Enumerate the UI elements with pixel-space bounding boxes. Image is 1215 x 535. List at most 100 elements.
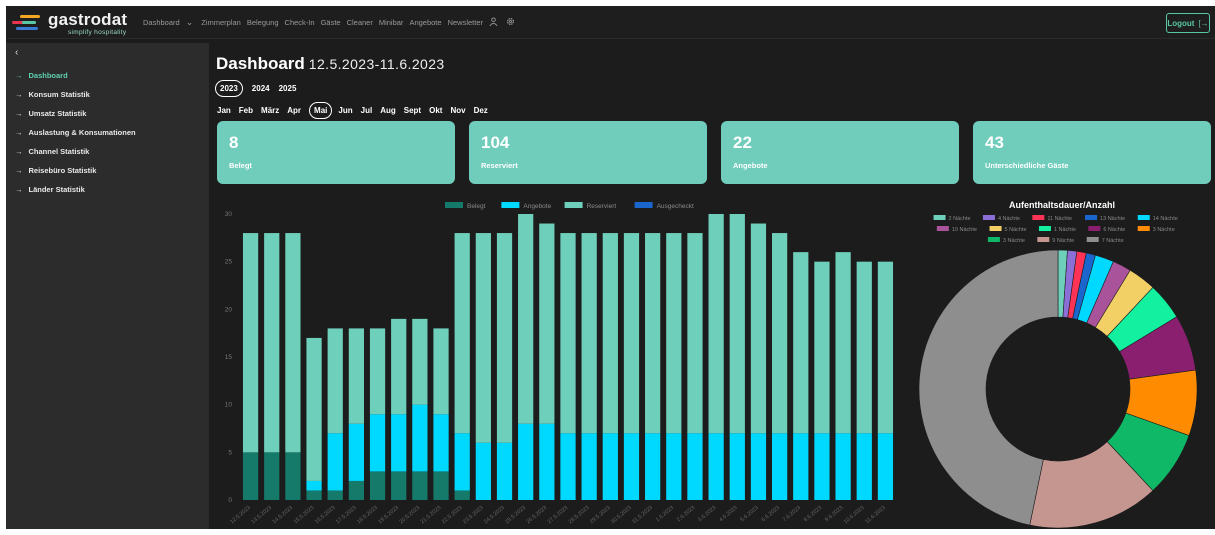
month-dez[interactable]: Dez	[474, 106, 488, 115]
x-tick-label: 23.5.2023	[462, 505, 485, 525]
bar-segment	[877, 261, 894, 434]
year-selector: 2023 2024 2025	[215, 80, 305, 97]
month-mai[interactable]: Mai	[309, 102, 333, 119]
month-okt[interactable]: Okt	[429, 106, 442, 115]
x-tick-label: 11.6.2023	[864, 505, 886, 525]
x-tick-label: 27.5.2023	[547, 505, 570, 525]
y-tick-label: 10	[225, 402, 233, 409]
logout-button[interactable]: Logout [→	[1166, 13, 1210, 33]
bar-segment	[475, 442, 491, 500]
month-jan[interactable]: Jan	[217, 106, 231, 115]
month-aug[interactable]: Aug	[380, 106, 396, 115]
sidebar-item-auslastung[interactable]: → Auslastung & Konsumationen	[15, 128, 136, 137]
stat-card-angebote: 22 Angebote	[721, 121, 959, 184]
nav-item-cleaner[interactable]: Cleaner	[347, 18, 373, 27]
legend-label: 14 Nächte	[1153, 216, 1178, 222]
x-tick-label: 12.5.2023	[229, 505, 252, 525]
month-maerz[interactable]: März	[261, 106, 279, 115]
x-tick-label: 1.6.2023	[655, 505, 675, 523]
month-jun[interactable]: Jun	[338, 106, 352, 115]
bar-segment	[264, 452, 280, 500]
year-2025[interactable]: 2025	[279, 84, 297, 93]
bar-segment	[729, 214, 745, 434]
bar-segment	[835, 433, 851, 500]
nav-item-check-in[interactable]: Check-In	[285, 18, 315, 27]
x-tick-label: 7.6.2023	[782, 505, 802, 523]
logo[interactable]: gastrodat simplify hospitality	[12, 10, 152, 36]
year-2024[interactable]: 2024	[252, 84, 270, 93]
bar-segment	[602, 233, 618, 434]
month-selector: Jan Feb März Apr Mai Jun Jul Aug Sept Ok…	[217, 102, 496, 119]
x-tick-label: 20.5.2023	[399, 505, 422, 525]
bar-segment	[306, 480, 322, 491]
stat-label: Angebote	[733, 161, 768, 170]
sidebar-item-reisebuero-statistik[interactable]: → Reisebüro Statistik	[15, 166, 96, 175]
month-jul[interactable]: Jul	[361, 106, 373, 115]
bar-segment	[412, 404, 428, 472]
legend-swatch	[1137, 226, 1150, 231]
bar-segment	[729, 433, 745, 500]
bar-segment	[814, 261, 830, 434]
sidebar-item-label: Reisebüro Statistik	[28, 166, 97, 175]
bar-segment	[835, 252, 851, 434]
x-tick-label: 31.5.2023	[631, 505, 654, 525]
sidebar-item-konsum-statistik[interactable]: → Konsum Statistik	[15, 90, 90, 99]
legend-swatch	[564, 202, 583, 208]
sidebar-item-label: Umsatz Statistik	[28, 109, 87, 118]
legend-label: Angebote	[523, 203, 551, 210]
bar-segment	[412, 318, 428, 405]
month-apr[interactable]: Apr	[287, 106, 301, 115]
x-tick-label: 10.6.2023	[843, 505, 866, 525]
bar-segment	[645, 433, 661, 500]
bar-segment	[560, 433, 576, 500]
bar-segment	[454, 233, 470, 434]
app-window: gastrodat simplify hospitality Dashboard…	[6, 6, 1215, 529]
sidebar-item-laender-statistik[interactable]: → Länder Statistik	[15, 185, 85, 194]
sidebar-item-dashboard[interactable]: → Dashboard	[15, 71, 68, 80]
x-tick-label: 5.6.2023	[739, 505, 759, 523]
bar-segment	[327, 433, 343, 491]
bar-segment	[348, 423, 365, 481]
bar-segment	[793, 433, 809, 500]
y-tick-label: 5	[228, 449, 232, 456]
month-feb[interactable]: Feb	[239, 106, 253, 115]
sidebar-item-channel-statistik[interactable]: → Channel Statistik	[15, 147, 89, 156]
page-title: Dashboard 12.5.2023-11.6.2023	[216, 54, 445, 74]
legend-swatch	[445, 202, 463, 208]
nav-item-angebote[interactable]: Angebote	[409, 18, 441, 27]
page-title-text: Dashboard	[216, 54, 305, 73]
nav-item-newsletter[interactable]: Newsletter	[448, 18, 483, 27]
bar-segment	[539, 223, 555, 424]
year-2023[interactable]: 2023	[215, 80, 243, 97]
arrow-right-icon: →	[15, 147, 23, 156]
nav-item-dashboard[interactable]: Dashboard	[143, 18, 180, 27]
chevron-down-icon[interactable]: ⌄	[186, 17, 194, 28]
x-tick-label: 8.6.2023	[803, 505, 823, 523]
stat-label: Belegt	[229, 161, 252, 170]
sidebar-item-umsatz-statistik[interactable]: → Umsatz Statistik	[15, 109, 86, 118]
nav-item-belegung[interactable]: Belegung	[247, 18, 279, 27]
stat-label: Unterschiedliche Gäste	[985, 161, 1069, 170]
month-sept[interactable]: Sept	[404, 106, 421, 115]
arrow-right-icon: →	[15, 90, 23, 99]
legend-label: 10 Nächte	[952, 227, 977, 233]
logout-icon: [→	[1198, 18, 1209, 28]
top-navbar: gastrodat simplify hospitality Dashboard…	[6, 6, 1215, 39]
nav-item-zimmerplan[interactable]: Zimmerplan	[201, 18, 241, 27]
nav-item-gaeste[interactable]: Gäste	[321, 18, 341, 27]
x-tick-label: 4.6.2023	[718, 505, 738, 523]
bar-segment	[856, 261, 872, 434]
x-tick-label: 30.5.2023	[610, 505, 633, 525]
nav-item-minibar[interactable]: Minibar	[379, 18, 404, 27]
bar-segment	[793, 252, 809, 434]
bar-segment	[814, 433, 830, 500]
bar-segment	[708, 214, 724, 434]
legend-swatch	[634, 202, 653, 208]
chevron-left-icon[interactable]: ‹	[15, 47, 18, 58]
x-tick-label: 3.6.2023	[697, 505, 717, 523]
user-icon[interactable]	[489, 17, 498, 28]
legend-swatch	[982, 215, 995, 220]
x-tick-label: 16.5.2023	[314, 505, 337, 525]
gear-icon[interactable]	[506, 17, 515, 28]
month-nov[interactable]: Nov	[450, 106, 465, 115]
